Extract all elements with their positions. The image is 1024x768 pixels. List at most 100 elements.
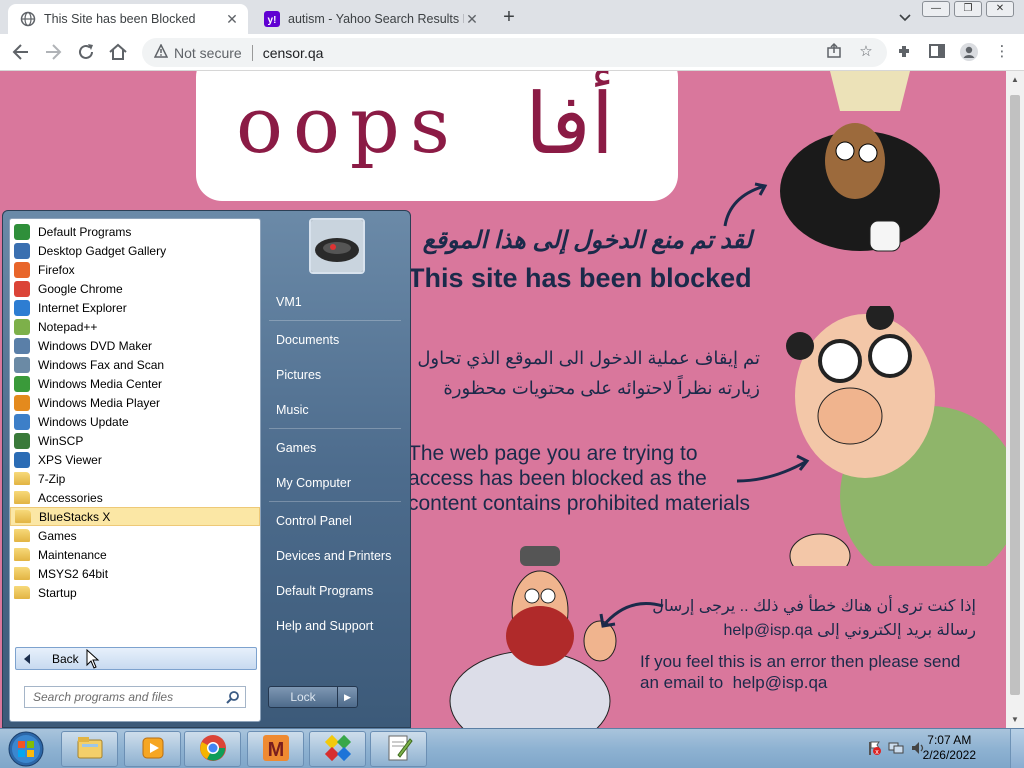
scroll-down-icon[interactable]: ▼ bbox=[1010, 715, 1020, 724]
share-icon[interactable] bbox=[824, 42, 844, 62]
forward-arrow-icon[interactable] bbox=[42, 41, 64, 63]
bookmark-star-icon[interactable]: ☆ bbox=[856, 42, 876, 62]
tab-yahoo-search[interactable]: y! autism - Yahoo Search Results Im ✕ bbox=[252, 4, 488, 34]
notepad-plus-icon bbox=[14, 318, 30, 335]
start-menu-link[interactable]: Pictures bbox=[261, 358, 411, 393]
program-label: Notepad++ bbox=[38, 319, 98, 334]
minimize-button[interactable]: — bbox=[922, 1, 950, 17]
extensions-icon[interactable] bbox=[895, 42, 915, 62]
search-programs-input[interactable]: Search programs and files bbox=[24, 686, 246, 708]
page-scrollbar[interactable]: ▲ ▼ bbox=[1006, 71, 1024, 728]
clock[interactable]: 7:07 AM 2/26/2022 bbox=[923, 733, 976, 763]
reload-icon[interactable] bbox=[75, 41, 97, 63]
program-label: Accessories bbox=[38, 490, 103, 505]
winscp-icon bbox=[14, 432, 30, 449]
bluestacks-icon bbox=[323, 733, 353, 766]
profile-avatar-icon[interactable] bbox=[959, 42, 979, 62]
start-menu-link[interactable]: Help and Support bbox=[261, 609, 411, 644]
folder-icon bbox=[14, 548, 30, 561]
lock-label: Lock bbox=[290, 690, 316, 704]
search-icon[interactable] bbox=[226, 690, 240, 704]
new-tab-button[interactable]: + bbox=[498, 7, 520, 29]
media-player-icon bbox=[14, 394, 30, 411]
program-item[interactable]: Notepad++ bbox=[10, 317, 260, 336]
tab-close-icon[interactable]: ✕ bbox=[224, 11, 240, 27]
folder-icon bbox=[15, 510, 31, 523]
taskbar-app-button[interactable] bbox=[309, 731, 366, 767]
address-bar[interactable]: Not secure censor.qa bbox=[142, 38, 887, 67]
start-menu-link[interactable]: Music bbox=[261, 393, 411, 428]
home-icon[interactable] bbox=[107, 41, 129, 63]
program-item[interactable]: Windows Media Player bbox=[10, 393, 260, 412]
start-menu-link[interactable]: Games bbox=[261, 431, 411, 466]
program-item[interactable]: BlueStacks X bbox=[10, 507, 260, 526]
start-menu-link[interactable]: Documents bbox=[261, 323, 411, 358]
taskbar-app-button[interactable] bbox=[61, 731, 118, 767]
side-panel-icon[interactable] bbox=[927, 42, 947, 62]
folder-icon bbox=[14, 491, 30, 504]
back-arrow-icon[interactable] bbox=[10, 41, 32, 63]
menu-kebab-icon[interactable]: ⋮ bbox=[992, 42, 1012, 62]
warning-triangle-icon[interactable] bbox=[153, 43, 169, 61]
taskbar-app-button[interactable] bbox=[124, 731, 181, 767]
program-item[interactable]: MSYS2 64bit bbox=[10, 564, 260, 583]
start-menu-link[interactable]: My Computer bbox=[261, 466, 411, 501]
program-item[interactable]: Google Chrome bbox=[10, 279, 260, 298]
scroll-up-icon[interactable]: ▲ bbox=[1010, 75, 1020, 84]
taskbar-app-button[interactable]: M bbox=[247, 731, 304, 767]
scrollbar-thumb[interactable] bbox=[1010, 95, 1020, 695]
start-menu-link[interactable]: Default Programs bbox=[261, 574, 411, 609]
arabic-contact-message: إذا كنت ترى أن هناك خطأ في ذلك .. يرجى إ… bbox=[652, 598, 976, 639]
mouse-cursor-icon bbox=[86, 649, 100, 669]
program-item[interactable]: Windows Update bbox=[10, 412, 260, 431]
tab-blocked-site[interactable]: This Site has been Blocked ✕ bbox=[8, 4, 248, 34]
shutdown-options-arrow-icon[interactable]: ▶ bbox=[337, 687, 357, 707]
program-item[interactable]: Maintenance bbox=[10, 545, 260, 564]
restore-button[interactable]: ❐ bbox=[954, 1, 982, 17]
start-menu-link[interactable]: VM1 bbox=[261, 285, 411, 320]
start-button[interactable] bbox=[4, 730, 48, 768]
omnibox-divider bbox=[251, 44, 253, 61]
program-item[interactable]: WinSCP bbox=[10, 431, 260, 450]
network-icon[interactable] bbox=[888, 740, 904, 759]
program-item[interactable]: Windows DVD Maker bbox=[10, 336, 260, 355]
program-item[interactable]: Games bbox=[10, 526, 260, 545]
program-item[interactable]: Firefox bbox=[10, 260, 260, 279]
program-item[interactable]: 7-Zip bbox=[10, 469, 260, 488]
program-item[interactable]: Internet Explorer bbox=[10, 298, 260, 317]
start-menu-link[interactable]: Devices and Printers bbox=[261, 539, 411, 574]
svg-text:x: x bbox=[875, 749, 879, 756]
taskbar-app-button[interactable] bbox=[184, 731, 241, 767]
back-button[interactable]: Back bbox=[15, 647, 257, 670]
program-label: Windows Media Center bbox=[38, 376, 163, 391]
close-window-button[interactable]: ✕ bbox=[986, 1, 1014, 17]
program-item[interactable]: Default Programs bbox=[10, 222, 260, 241]
fax-scan-icon bbox=[14, 356, 30, 373]
program-item[interactable]: Startup bbox=[10, 583, 260, 602]
user-avatar[interactable] bbox=[309, 218, 365, 274]
tab-search-chevron-icon[interactable] bbox=[896, 9, 914, 27]
program-item[interactable]: Windows Fax and Scan bbox=[10, 355, 260, 374]
program-label: 7-Zip bbox=[38, 471, 66, 486]
oops-arabic-heading: أفا bbox=[525, 75, 615, 173]
program-item[interactable]: XPS Viewer bbox=[10, 450, 260, 469]
cartoon-bald-man bbox=[786, 306, 1006, 566]
program-item[interactable]: Desktop Gadget Gallery bbox=[10, 241, 260, 260]
browser-toolbar: Not secure censor.qa ☆ ⋮ bbox=[0, 34, 1024, 71]
lock-button[interactable]: Lock ▶ bbox=[268, 686, 358, 708]
program-label: Internet Explorer bbox=[38, 300, 127, 315]
program-label: Desktop Gadget Gallery bbox=[38, 243, 167, 258]
start-menu-link[interactable]: Control Panel bbox=[261, 504, 411, 539]
action-center-flag-icon[interactable]: x bbox=[866, 740, 882, 759]
program-item[interactable]: Accessories bbox=[10, 488, 260, 507]
security-label[interactable]: Not secure bbox=[174, 45, 242, 61]
show-desktop-button[interactable] bbox=[1010, 729, 1024, 768]
program-label: XPS Viewer bbox=[38, 452, 102, 467]
taskbar-app-button[interactable] bbox=[370, 731, 427, 767]
program-label: Firefox bbox=[38, 262, 75, 277]
windows-update-icon bbox=[14, 413, 30, 430]
tab-close-icon[interactable]: ✕ bbox=[464, 11, 480, 27]
url-text[interactable]: censor.qa bbox=[263, 45, 324, 61]
media-player-icon bbox=[138, 734, 168, 765]
program-item[interactable]: Windows Media Center bbox=[10, 374, 260, 393]
